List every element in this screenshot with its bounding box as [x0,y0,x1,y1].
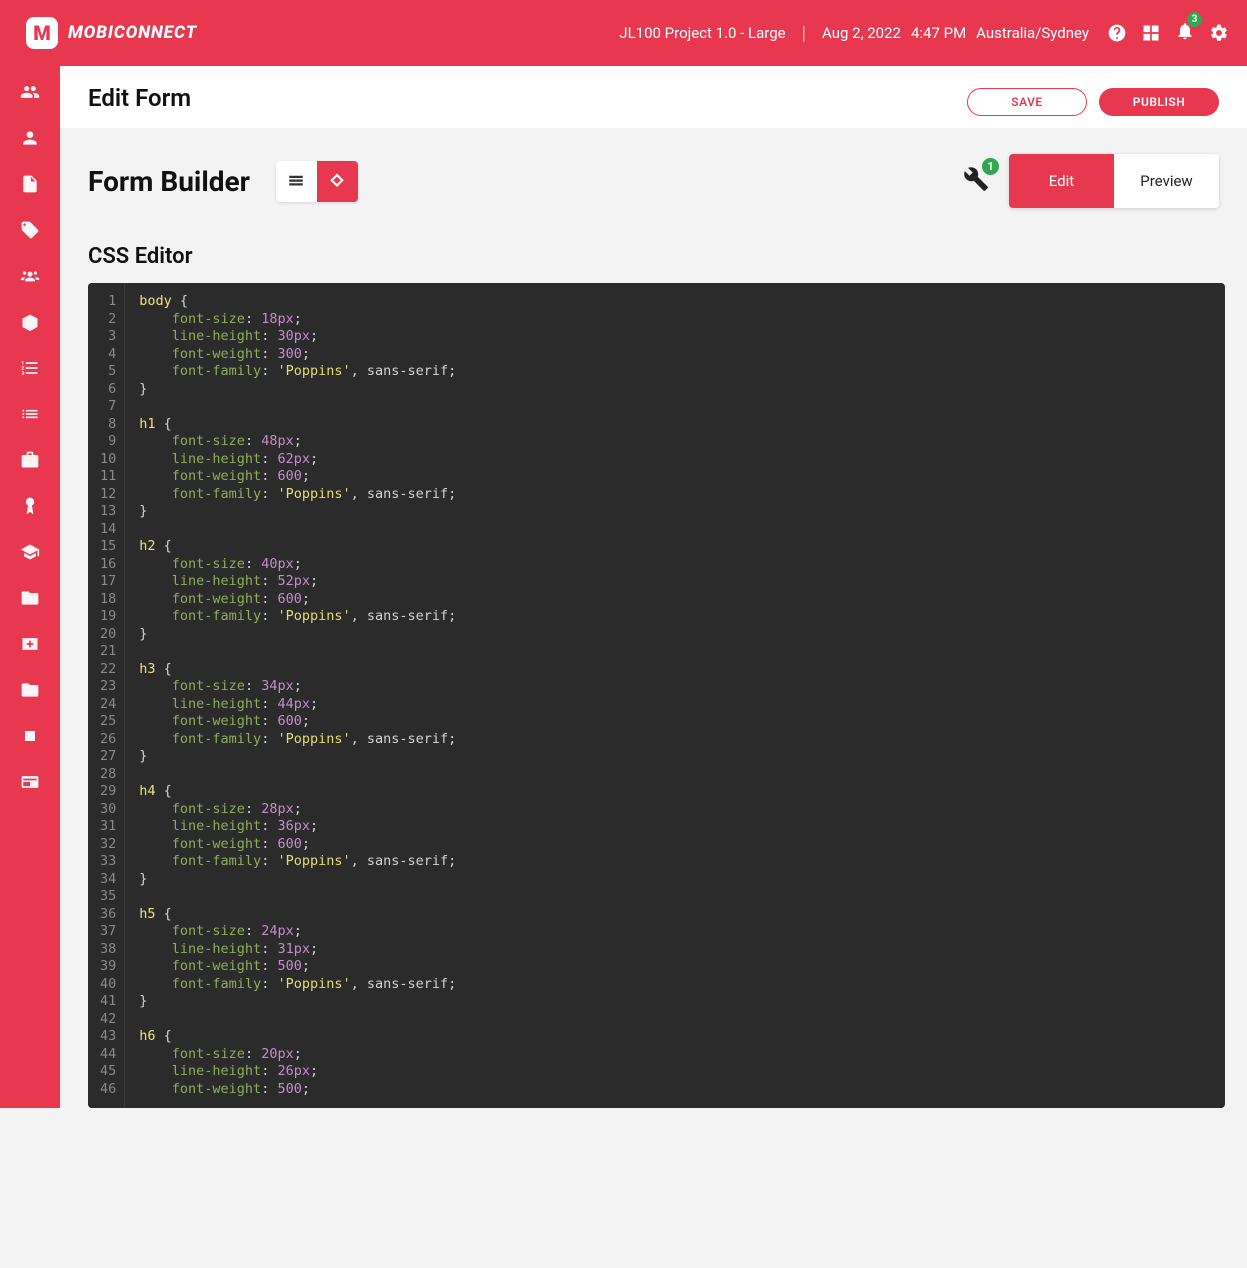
style-icon [328,172,346,190]
box-icon[interactable] [20,312,40,332]
notification-badge: 3 [1187,12,1202,27]
topbar: M MOBICONNECT JL100 Project 1.0 - Large … [0,0,1247,66]
tag-icon[interactable] [20,220,40,240]
page-title: Edit Form [88,84,191,112]
settings-icon[interactable] [1209,23,1229,43]
list-icon[interactable] [20,404,40,424]
briefcase-icon[interactable] [20,450,40,470]
folder-icon[interactable] [20,588,40,608]
user-icon[interactable] [20,128,40,148]
header-info: JL100 Project 1.0 - Large | Aug 2, 2022 … [619,23,1089,44]
css-editor[interactable]: 1234567891011121314151617181920212223242… [88,283,1225,1108]
list-numbered-icon[interactable] [20,358,40,378]
group-icon[interactable] [20,266,40,286]
folder2-icon[interactable] [20,680,40,700]
file-icon[interactable] [20,174,40,194]
graduation-icon[interactable] [20,542,40,562]
help-icon[interactable] [1107,23,1127,43]
editor-code[interactable]: body { font-size: 18px; line-height: 30p… [125,283,1225,1108]
medical-icon[interactable] [20,634,40,654]
award-icon[interactable] [20,496,40,516]
style-view-button[interactable] [317,161,358,202]
logo-mark-icon: M [26,17,58,49]
fields-view-button[interactable] [276,161,317,202]
separator: | [802,23,806,44]
builder-title: Form Builder [88,165,250,198]
editor-gutter: 1234567891011121314151617181920212223242… [88,283,125,1108]
header-time: 4:47 PM [911,24,966,42]
logo[interactable]: M MOBICONNECT [26,17,197,49]
tab-edit[interactable]: Edit [1009,154,1114,208]
header-timezone: Australia/Sydney [976,24,1089,42]
publish-button[interactable]: PUBLISH [1099,88,1219,116]
tab-preview[interactable]: Preview [1114,154,1219,208]
save-button[interactable]: SAVE [967,88,1087,116]
view-toggle-group [276,161,358,202]
header-date: Aug 2, 2022 [822,24,901,42]
tools-badge: 1 [982,158,999,175]
tools-button[interactable]: 1 [963,166,989,196]
apps-icon[interactable] [1141,23,1161,43]
table-icon [287,172,305,190]
stop-icon[interactable] [20,726,40,746]
users-icon[interactable] [20,82,40,102]
notifications-button[interactable]: 3 [1175,21,1195,45]
mode-tabs: Edit Preview [1009,154,1219,208]
card-icon[interactable] [20,772,40,792]
sidebar [0,66,60,1108]
css-editor-title: CSS Editor [88,244,1247,269]
project-name[interactable]: JL100 Project 1.0 - Large [619,24,785,42]
brand-text: MOBICONNECT [68,23,197,43]
